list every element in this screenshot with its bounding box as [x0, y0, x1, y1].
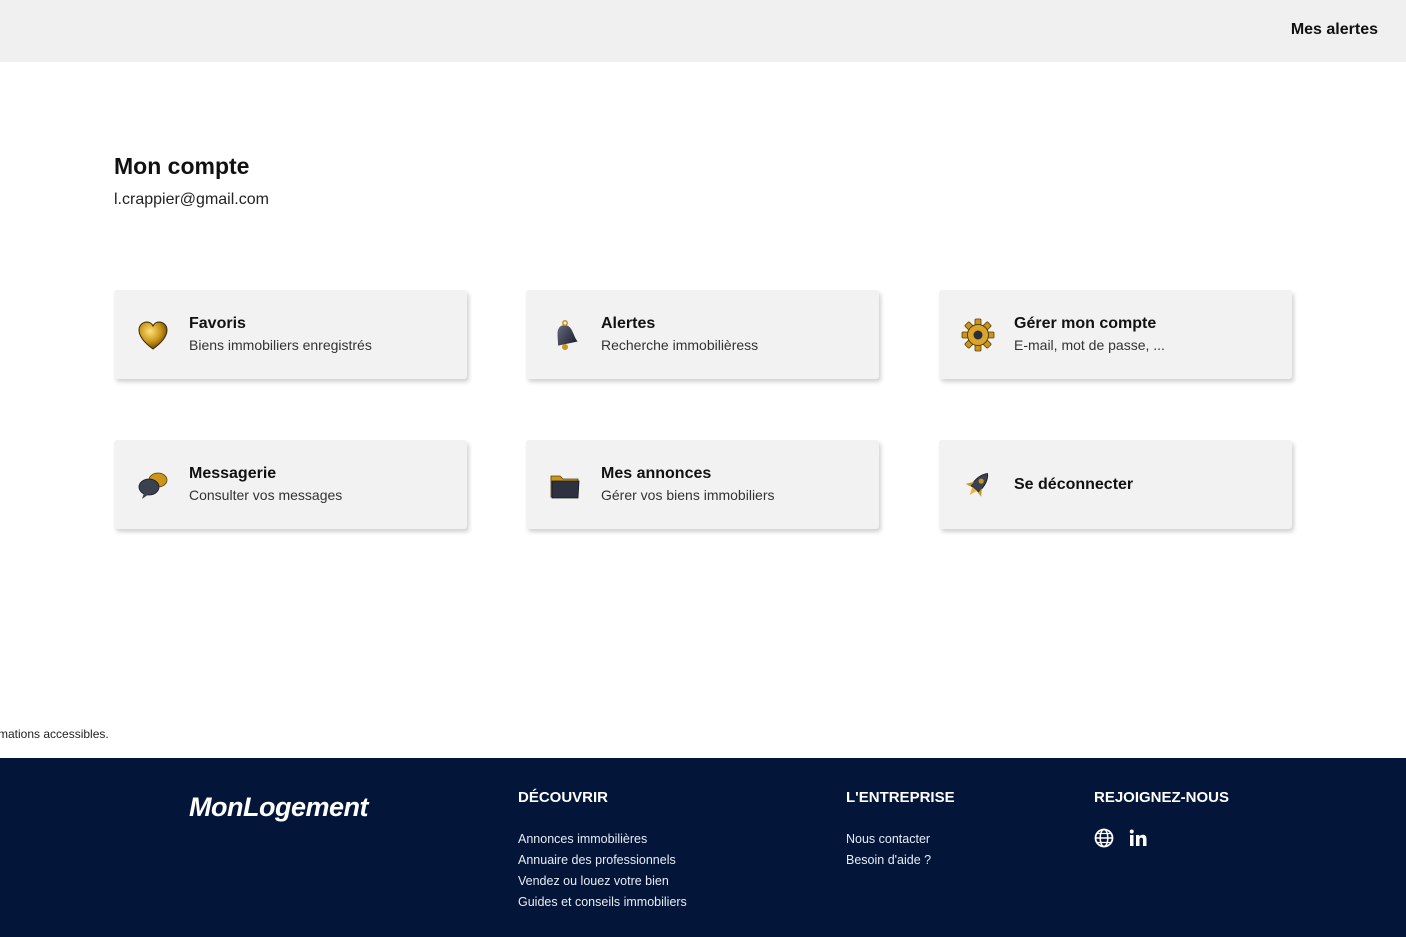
linkedin-icon[interactable]: [1128, 828, 1148, 848]
card-title: Favoris: [189, 315, 246, 332]
chat-bubbles-icon: [138, 472, 168, 499]
footer-link[interactable]: Besoin d'aide ?: [846, 850, 931, 871]
card-subtitle: Biens immobiliers enregistrés: [189, 337, 372, 353]
footer-company-title: L'ENTREPRISE: [846, 789, 955, 806]
my-alerts-link[interactable]: Mes alertes: [1291, 21, 1378, 39]
card-subtitle: Gérer vos biens immobiliers: [601, 487, 775, 503]
footer-join-title: REJOIGNEZ-NOUS: [1094, 789, 1230, 806]
social-links: [1094, 828, 1148, 848]
card-title: Mes annonces: [601, 465, 712, 482]
gear-icon: [961, 318, 995, 352]
page-title: Mon compte: [114, 153, 250, 179]
account-email: l.crappier@gmail.com: [114, 191, 269, 208]
rocket-icon: [965, 473, 989, 497]
card-title: Gérer mon compte: [1014, 315, 1157, 332]
card-subtitle: E-mail, mot de passe, ...: [1014, 337, 1165, 353]
footer-link[interactable]: Guides et conseils immobiliers: [518, 892, 687, 913]
footer-company-links: Nous contacter Besoin d'aide ?: [846, 829, 931, 871]
bell-icon: [557, 320, 578, 350]
card-title: Alertes: [601, 315, 656, 332]
footer-discover-links: Annonces immobilières Annuaire des profe…: [518, 829, 687, 913]
footer-link[interactable]: Annuaire des professionnels: [518, 850, 687, 871]
footer-link[interactable]: Nous contacter: [846, 829, 931, 850]
folder-icon: [550, 475, 580, 499]
alerts-card[interactable]: Alertes Recherche immobilièress: [526, 290, 879, 379]
card-title: Messagerie: [189, 465, 277, 482]
card-title: Se déconnecter: [1014, 476, 1134, 493]
card-subtitle: Recherche immobilièress: [601, 337, 759, 353]
globe-icon[interactable]: [1094, 828, 1114, 848]
my-listings-card[interactable]: Mes annonces Gérer vos biens immobiliers: [526, 440, 879, 529]
gold-heart-icon: [138, 321, 168, 350]
accessibility-notice: rmations accessibles.: [0, 727, 109, 741]
logout-card[interactable]: Se déconnecter: [939, 440, 1292, 529]
footer-link[interactable]: Vendez ou louez votre bien: [518, 871, 687, 892]
footer-link[interactable]: Annonces immobilières: [518, 829, 687, 850]
card-subtitle: Consulter vos messages: [189, 487, 343, 503]
manage-account-card[interactable]: Gérer mon compte E-mail, mot de passe, .…: [939, 290, 1292, 379]
footer-logo[interactable]: MonLogement: [189, 792, 368, 823]
favorites-card[interactable]: Favoris Biens immobiliers enregistrés: [114, 290, 467, 379]
top-bar: Mes alertes: [0, 0, 1406, 62]
site-footer: MonLogement DÉCOUVRIR Annonces immobiliè…: [0, 758, 1406, 937]
messaging-card[interactable]: Messagerie Consulter vos messages: [114, 440, 467, 529]
footer-discover-title: DÉCOUVRIR: [518, 789, 609, 806]
